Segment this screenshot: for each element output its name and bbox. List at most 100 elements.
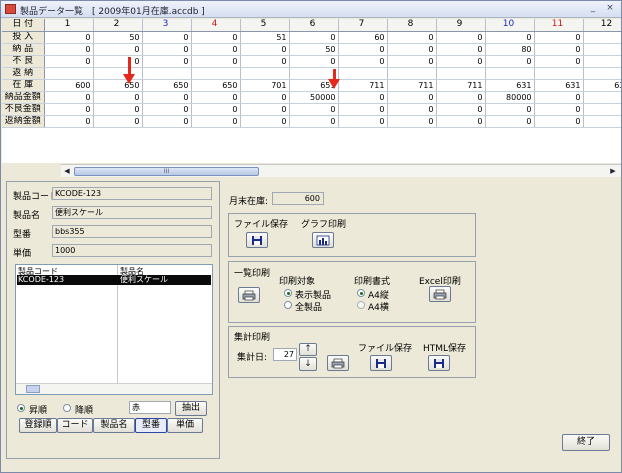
extract-button[interactable]: 抽出 <box>175 401 207 416</box>
code-field[interactable]: KCODE-123 <box>52 187 212 200</box>
grid-cell[interactable]: 0 <box>289 55 339 68</box>
grid-cell[interactable] <box>387 67 437 80</box>
grid-cell[interactable]: 0 <box>534 91 584 104</box>
grid-cell[interactable]: 631 <box>534 79 584 92</box>
list-item[interactable]: KCODE-123 便利スケール <box>17 275 211 285</box>
grid-cell[interactable] <box>534 67 584 80</box>
grid-cell[interactable]: 0 <box>436 43 486 56</box>
list-horizontal-scrollbar[interactable] <box>16 383 212 394</box>
asc-radio[interactable] <box>17 404 25 412</box>
save-disk-icon[interactable] <box>246 232 268 248</box>
grid-cell[interactable]: 0 <box>534 55 584 68</box>
scroll-thumb[interactable]: III <box>74 167 259 176</box>
grid-cell[interactable]: 0 <box>485 103 535 116</box>
grid-cell[interactable]: 631 <box>583 79 621 92</box>
day-header[interactable]: 5 <box>240 19 290 32</box>
html-save-disk-icon[interactable] <box>428 355 450 371</box>
date-up-icon[interactable]: ↑ <box>299 343 317 356</box>
format-portrait-radio[interactable] <box>357 289 365 297</box>
name-field[interactable]: 便利スケール <box>52 206 212 219</box>
grid-cell[interactable]: 0 <box>289 115 339 128</box>
grid-cell[interactable]: 0 <box>387 43 437 56</box>
sort-model-button[interactable]: 型番 <box>135 418 167 433</box>
day-header[interactable]: 1 <box>44 19 94 32</box>
summary-save-disk-icon[interactable] <box>370 355 392 371</box>
grid-cell[interactable]: 0 <box>240 91 290 104</box>
day-header[interactable]: 12 <box>583 19 621 32</box>
day-header[interactable]: 3 <box>142 19 192 32</box>
grid-cell[interactable]: 0 <box>44 43 94 56</box>
grid-cell[interactable]: 0 <box>534 43 584 56</box>
grid-cell[interactable]: 0 <box>387 55 437 68</box>
grid-cell[interactable]: 0 <box>534 31 584 44</box>
grid-cell[interactable]: 631 <box>485 79 535 92</box>
summary-printer-icon[interactable] <box>327 355 349 371</box>
grid-cell[interactable]: 0 <box>240 55 290 68</box>
day-header[interactable]: 9 <box>436 19 486 32</box>
grid-cell[interactable]: 0 <box>240 115 290 128</box>
grid-cell[interactable]: 600 <box>44 79 94 92</box>
grid-cell[interactable]: 0 <box>436 55 486 68</box>
sort-name-button[interactable]: 製品名 <box>93 418 135 433</box>
grid-cell[interactable]: 0 <box>191 55 241 68</box>
grid-cell[interactable]: 0 <box>142 43 192 56</box>
grid-cell[interactable]: 50 <box>289 43 339 56</box>
grid-cell[interactable]: 50000 <box>289 91 339 104</box>
grid-cell[interactable]: 0 <box>240 43 290 56</box>
grid-cell[interactable] <box>289 67 339 80</box>
grid-cell[interactable]: 0 <box>44 91 94 104</box>
format-landscape-radio[interactable] <box>357 301 365 309</box>
grid-cell[interactable]: 0 <box>93 115 143 128</box>
grid-cell[interactable]: 0 <box>338 91 388 104</box>
date-down-icon[interactable]: ↓ <box>299 357 317 371</box>
grid-cell[interactable]: 60 <box>338 31 388 44</box>
grid-cell[interactable]: 50 <box>93 31 143 44</box>
grid-cell[interactable]: 0 <box>338 55 388 68</box>
grid-cell[interactable]: 0 <box>436 103 486 116</box>
grid-cell[interactable]: 0 <box>240 103 290 116</box>
grid-cell[interactable] <box>142 67 192 80</box>
bar-chart-icon[interactable] <box>312 232 334 248</box>
grid-cell[interactable]: 0 <box>485 55 535 68</box>
sort-price-button[interactable]: 単価 <box>167 418 203 433</box>
desc-radio[interactable] <box>63 404 71 412</box>
day-header[interactable]: 2 <box>93 19 143 32</box>
grid-cell[interactable]: 0 <box>142 103 192 116</box>
grid-cell[interactable]: 0 <box>583 91 621 104</box>
day-header[interactable]: 8 <box>387 19 437 32</box>
grid-cell[interactable]: 0 <box>436 91 486 104</box>
day-header[interactable]: 6 <box>289 19 339 32</box>
scroll-left-icon[interactable]: ◀ <box>62 166 72 177</box>
grid-cell[interactable]: 711 <box>338 79 388 92</box>
grid-cell[interactable]: 0 <box>191 103 241 116</box>
close-window-button[interactable]: × <box>603 3 617 13</box>
grid-cell[interactable]: 0 <box>583 115 621 128</box>
grid-cell[interactable]: 0 <box>338 103 388 116</box>
grid-cell[interactable]: 80000 <box>485 91 535 104</box>
filter-input[interactable]: 赤 <box>129 401 171 414</box>
grid-cell[interactable] <box>240 67 290 80</box>
grid-cell[interactable] <box>485 67 535 80</box>
grid-cell[interactable]: 0 <box>583 55 621 68</box>
grid-cell[interactable]: 0 <box>338 43 388 56</box>
grid-cell[interactable]: 0 <box>583 31 621 44</box>
grid-cell[interactable] <box>191 67 241 80</box>
grid-cell[interactable]: 0 <box>387 103 437 116</box>
grid-cell[interactable]: 0 <box>142 55 192 68</box>
grid-cell[interactable]: 0 <box>191 31 241 44</box>
grid-cell[interactable]: 0 <box>142 115 192 128</box>
grid-cell[interactable]: 711 <box>436 79 486 92</box>
scroll-right-icon[interactable]: ▶ <box>608 166 618 177</box>
grid-cell[interactable]: 0 <box>485 115 535 128</box>
grid-cell[interactable]: 701 <box>240 79 290 92</box>
printer-icon[interactable] <box>238 287 260 303</box>
grid-cell[interactable]: 650 <box>191 79 241 92</box>
grid-cell[interactable]: 0 <box>93 91 143 104</box>
grid-horizontal-scrollbar[interactable]: ◀ III ▶ <box>61 164 621 177</box>
grid-cell[interactable]: 711 <box>387 79 437 92</box>
grid-cell[interactable] <box>436 67 486 80</box>
grid-cell[interactable]: 0 <box>387 91 437 104</box>
grid-cell[interactable]: 0 <box>44 115 94 128</box>
model-field[interactable]: bbs355 <box>52 225 212 238</box>
grid-cell[interactable]: 0 <box>142 91 192 104</box>
